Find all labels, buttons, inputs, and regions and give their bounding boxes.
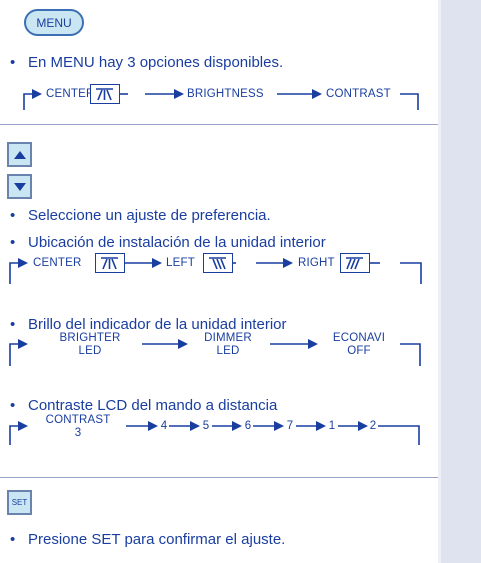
divider xyxy=(0,124,438,125)
arrowhead xyxy=(232,421,242,431)
arrowhead xyxy=(358,421,368,431)
bullet-brightness: • Brillo del indicador de la unidad inter… xyxy=(10,316,287,334)
arrowhead xyxy=(174,89,184,99)
flow-brightness-dimmer-line2: LED xyxy=(216,345,240,357)
bullet-confirm-text: Presione SET para confirmar el ajuste. xyxy=(28,531,286,548)
arrowhead xyxy=(190,421,200,431)
flow-contrast-step: 5 xyxy=(202,420,210,432)
bullet-location: • Ubicación de instalación de la unidad i… xyxy=(10,234,326,252)
bullet-brightness-text: Brillo del indicador de la unidad interi… xyxy=(28,316,287,333)
triangle-up-icon xyxy=(13,150,26,159)
bullet-dot: • xyxy=(10,316,16,333)
page-margin-bar xyxy=(438,0,481,563)
arrowhead xyxy=(148,421,158,431)
flow-line xyxy=(9,343,18,366)
flow-contrast-first: CONTRAST 3 xyxy=(30,414,126,440)
fan-left-icon xyxy=(203,253,233,273)
set-button[interactable]: SET xyxy=(7,490,32,515)
bullet-location-text: Ubicación de instalación de la unidad in… xyxy=(28,234,326,251)
flow-menu-center: CENTER xyxy=(46,88,95,100)
flow-contrast-step: 2 xyxy=(369,420,377,432)
flow-diagrams: CENTER BRIGHTNESS CONTRAST CENTER LEFT R… xyxy=(0,0,438,563)
fan-right-icon xyxy=(340,253,370,273)
arrowhead xyxy=(152,258,162,268)
fan-center-icon xyxy=(90,84,120,104)
flow-line xyxy=(9,425,18,445)
arrowhead xyxy=(283,258,293,268)
menu-button[interactable]: MENU xyxy=(24,9,84,36)
flow-line xyxy=(400,262,422,284)
flow-lines xyxy=(9,89,422,445)
arrowhead xyxy=(316,421,326,431)
flow-menu-contrast: CONTRAST xyxy=(326,88,391,100)
bullet-dot: • xyxy=(10,207,16,224)
flow-line xyxy=(378,425,420,445)
bullet-dot: • xyxy=(10,531,16,548)
arrowhead xyxy=(18,258,28,268)
flow-contrast-step: 6 xyxy=(244,420,252,432)
arrowhead xyxy=(274,421,284,431)
flow-contrast-step: 7 xyxy=(286,420,294,432)
flow-line xyxy=(23,93,32,110)
fan-center-icon xyxy=(95,253,125,273)
flow-brightness-econavi-line1: ECONAVI xyxy=(332,332,386,344)
bullet-confirm: • Presione SET para confirmar el ajuste. xyxy=(10,531,285,549)
flow-contrast-first-line1: CONTRAST xyxy=(45,414,111,426)
flow-line xyxy=(400,93,419,110)
flow-line xyxy=(9,262,18,284)
bullet-contrast-text: Contraste LCD del mando a distancia xyxy=(28,397,278,414)
flow-contrast-step: 4 xyxy=(160,420,168,432)
flow-contrast-first-line2: 3 xyxy=(74,427,82,439)
bullet-options: • En MENU hay 3 opciones disponibles. xyxy=(10,54,283,72)
divider xyxy=(0,477,438,478)
arrowhead xyxy=(308,339,318,349)
arrowhead xyxy=(178,339,188,349)
arrowhead xyxy=(18,339,28,349)
bullet-select-text: Seleccione un ajuste de preferencia. xyxy=(28,207,271,224)
flow-brightness-brighter: BRIGHTER LED xyxy=(38,332,142,358)
flow-location-left: LEFT xyxy=(166,257,195,269)
flow-location-right: RIGHT xyxy=(298,257,335,269)
flow-brightness-dimmer: DIMMER LED xyxy=(186,332,270,358)
bullet-select: • Seleccione un ajuste de preferencia. xyxy=(10,207,271,225)
flow-menu-brightness: BRIGHTNESS xyxy=(187,88,264,100)
bullet-dot: • xyxy=(10,54,16,71)
arrowhead xyxy=(18,421,28,431)
bullet-dot: • xyxy=(10,234,16,251)
flow-brightness-brighter-line2: LED xyxy=(78,345,102,357)
bullet-contrast: • Contraste LCD del mando a distancia xyxy=(10,397,277,415)
flow-line xyxy=(400,343,421,366)
triangle-down-icon xyxy=(13,182,26,191)
flow-brightness-econavi-line2: OFF xyxy=(347,345,371,357)
down-button[interactable] xyxy=(7,174,32,199)
bullet-dot: • xyxy=(10,397,16,414)
bullet-options-text: En MENU hay 3 opciones disponibles. xyxy=(28,54,284,71)
up-button[interactable] xyxy=(7,142,32,167)
flow-brightness-econavi: ECONAVI OFF xyxy=(318,332,400,358)
flow-contrast-step: 1 xyxy=(328,420,336,432)
arrowhead xyxy=(312,89,322,99)
arrowhead xyxy=(32,89,42,99)
flow-location-center: CENTER xyxy=(33,257,82,269)
